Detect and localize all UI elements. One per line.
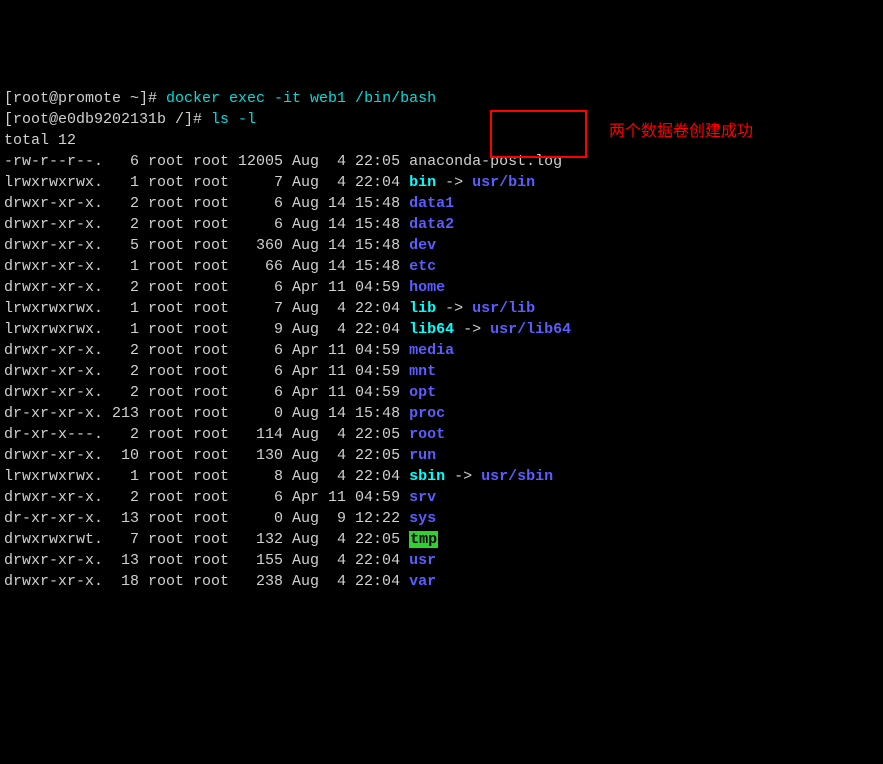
terminal-line: lrwxrwxrwx. 1 root root 9 Aug 4 22:04 li…: [4, 319, 879, 340]
terminal-segment: drwxr-xr-x. 2 root root 6 Apr 11 04:59: [4, 384, 409, 401]
terminal-segment: drwxr-xr-x. 1 root root 66 Aug 14 15:48: [4, 258, 409, 275]
terminal-line: drwxr-xr-x. 2 root root 6 Aug 14 15:48 d…: [4, 193, 879, 214]
terminal-segment: ->: [445, 468, 481, 485]
terminal-segment: docker exec -it web1 /bin/bash: [166, 90, 436, 107]
terminal-segment: dr-xr-x---. 2 root root 114 Aug 4 22:05: [4, 426, 409, 443]
terminal-segment: drwxr-xr-x. 18 root root 238 Aug 4 22:04: [4, 573, 409, 590]
terminal-segment: opt: [409, 384, 436, 401]
terminal-segment: sys: [409, 510, 436, 527]
terminal-segment: ->: [436, 174, 472, 191]
terminal-segment: data2: [409, 216, 454, 233]
terminal-segment: sbin: [409, 468, 445, 485]
terminal-segment: usr/sbin: [481, 468, 553, 485]
terminal-segment: home: [409, 279, 445, 296]
terminal-segment: usr/bin: [472, 174, 535, 191]
terminal-line: lrwxrwxrwx. 1 root root 7 Aug 4 22:04 li…: [4, 298, 879, 319]
terminal-segment: srv: [409, 489, 436, 506]
terminal-segment: ->: [436, 300, 472, 317]
terminal-line: drwxr-xr-x. 13 root root 155 Aug 4 22:04…: [4, 550, 879, 571]
terminal-segment: etc: [409, 258, 436, 275]
terminal-line: drwxr-xr-x. 2 root root 6 Apr 11 04:59 h…: [4, 277, 879, 298]
terminal-line: drwxr-xr-x. 18 root root 238 Aug 4 22:04…: [4, 571, 879, 592]
terminal-segment: [root@e0db9202131b /]#: [4, 111, 211, 128]
terminal-segment: drwxr-xr-x. 2 root root 6 Apr 11 04:59: [4, 489, 409, 506]
terminal-segment: mnt: [409, 363, 436, 380]
terminal-line: drwxr-xr-x. 5 root root 360 Aug 14 15:48…: [4, 235, 879, 256]
terminal-segment: anaconda-post.log: [409, 153, 562, 170]
terminal-segment: drwxr-xr-x. 2 root root 6 Apr 11 04:59: [4, 279, 409, 296]
terminal-segment: usr/lib: [472, 300, 535, 317]
terminal-segment: lrwxrwxrwx. 1 root root 7 Aug 4 22:04: [4, 300, 409, 317]
terminal-line: drwxrwxrwt. 7 root root 132 Aug 4 22:05 …: [4, 529, 879, 550]
terminal-segment: ls -l: [211, 111, 256, 128]
terminal-segment: drwxr-xr-x. 13 root root 155 Aug 4 22:04: [4, 552, 409, 569]
terminal-segment: ->: [454, 321, 490, 338]
terminal-segment: usr: [409, 552, 436, 569]
terminal-segment: dev: [409, 237, 436, 254]
terminal-segment: [root@promote ~]#: [4, 90, 166, 107]
terminal-segment: lrwxrwxrwx. 1 root root 8 Aug 4 22:04: [4, 468, 409, 485]
terminal-segment: usr/lib64: [490, 321, 571, 338]
terminal-output: [root@promote ~]# docker exec -it web1 /…: [0, 84, 883, 596]
terminal-line: lrwxrwxrwx. 1 root root 7 Aug 4 22:04 bi…: [4, 172, 879, 193]
terminal-segment: lib64: [409, 321, 454, 338]
terminal-line: dr-xr-xr-x. 213 root root 0 Aug 14 15:48…: [4, 403, 879, 424]
terminal-segment: dr-xr-xr-x. 13 root root 0 Aug 9 12:22: [4, 510, 409, 527]
terminal-segment: media: [409, 342, 454, 359]
terminal-segment: lrwxrwxrwx. 1 root root 9 Aug 4 22:04: [4, 321, 409, 338]
terminal-segment: run: [409, 447, 436, 464]
terminal-line: drwxr-xr-x. 2 root root 6 Apr 11 04:59 s…: [4, 487, 879, 508]
terminal-segment: drwxr-xr-x. 2 root root 6 Apr 11 04:59: [4, 342, 409, 359]
terminal-line: drwxr-xr-x. 10 root root 130 Aug 4 22:05…: [4, 445, 879, 466]
terminal-segment: drwxr-xr-x. 2 root root 6 Aug 14 15:48: [4, 216, 409, 233]
terminal-segment: drwxr-xr-x. 5 root root 360 Aug 14 15:48: [4, 237, 409, 254]
terminal-line: drwxr-xr-x. 1 root root 66 Aug 14 15:48 …: [4, 256, 879, 277]
terminal-segment: tmp: [409, 531, 438, 548]
terminal-segment: proc: [409, 405, 445, 422]
annotation-text: 两个数据卷创建成功: [609, 121, 753, 142]
terminal-segment: root: [409, 426, 445, 443]
terminal-segment: drwxr-xr-x. 10 root root 130 Aug 4 22:05: [4, 447, 409, 464]
terminal-segment: bin: [409, 174, 436, 191]
terminal-segment: var: [409, 573, 436, 590]
terminal-line: drwxr-xr-x. 2 root root 6 Apr 11 04:59 m…: [4, 340, 879, 361]
terminal-line: -rw-r--r--. 6 root root 12005 Aug 4 22:0…: [4, 151, 879, 172]
terminal-line: drwxr-xr-x. 2 root root 6 Aug 14 15:48 d…: [4, 214, 879, 235]
terminal-segment: lib: [409, 300, 436, 317]
terminal-segment: lrwxrwxrwx. 1 root root 7 Aug 4 22:04: [4, 174, 409, 191]
terminal-line: dr-xr-x---. 2 root root 114 Aug 4 22:05 …: [4, 424, 879, 445]
terminal-segment: data1: [409, 195, 454, 212]
terminal-line: drwxr-xr-x. 2 root root 6 Apr 11 04:59 m…: [4, 361, 879, 382]
terminal-line: lrwxrwxrwx. 1 root root 8 Aug 4 22:04 sb…: [4, 466, 879, 487]
terminal-line: drwxr-xr-x. 2 root root 6 Apr 11 04:59 o…: [4, 382, 879, 403]
terminal-segment: drwxrwxrwt. 7 root root 132 Aug 4 22:05: [4, 531, 409, 548]
terminal-segment: drwxr-xr-x. 2 root root 6 Aug 14 15:48: [4, 195, 409, 212]
terminal-line: dr-xr-xr-x. 13 root root 0 Aug 9 12:22 s…: [4, 508, 879, 529]
terminal-line: [root@promote ~]# docker exec -it web1 /…: [4, 88, 879, 109]
terminal-segment: drwxr-xr-x. 2 root root 6 Apr 11 04:59: [4, 363, 409, 380]
terminal-segment: total 12: [4, 132, 76, 149]
terminal-segment: dr-xr-xr-x. 213 root root 0 Aug 14 15:48: [4, 405, 409, 422]
terminal-segment: -rw-r--r--. 6 root root 12005 Aug 4 22:0…: [4, 153, 409, 170]
